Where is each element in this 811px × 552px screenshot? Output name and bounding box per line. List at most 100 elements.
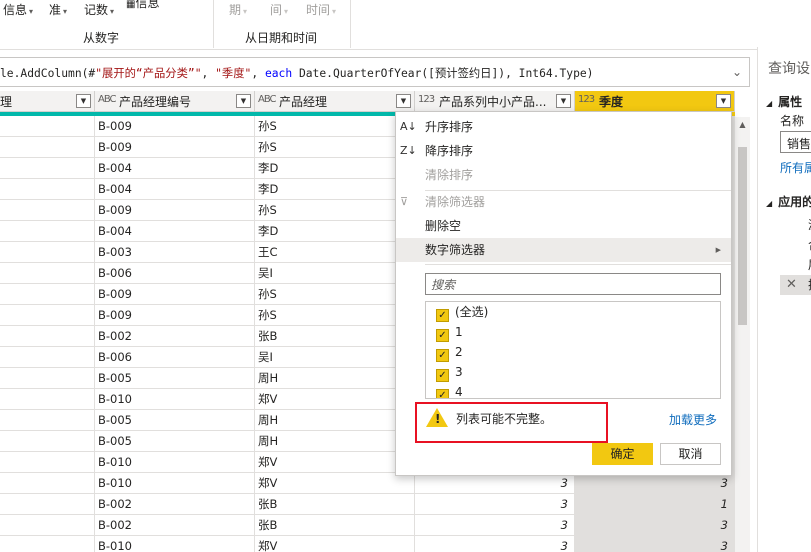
table-cell[interactable]: 周H: [255, 410, 415, 431]
text-type-icon[interactable]: ABC: [98, 94, 116, 105]
table-cell[interactable]: B-009: [95, 137, 255, 158]
table-cell[interactable]: 张B: [255, 494, 415, 515]
table-cell[interactable]: 张B: [255, 515, 415, 536]
delete-step-icon[interactable]: ✕: [786, 275, 797, 295]
table-cell[interactable]: [0, 410, 95, 431]
ribbon-count-button[interactable]: 记数 ▾: [84, 1, 114, 18]
table-cell[interactable]: 张B: [255, 326, 415, 347]
table-cell[interactable]: 1: [575, 494, 735, 515]
table-cell[interactable]: B-002: [95, 326, 255, 347]
column-header[interactable]: ABC 产品经理 ▼: [255, 91, 415, 112]
checkbox-checked[interactable]: ✓: [436, 349, 449, 362]
step-item-selected[interactable]: ✕插: [780, 275, 811, 295]
filter-select-all[interactable]: ✓ (全选): [436, 302, 488, 322]
table-cell[interactable]: 孙S: [255, 137, 415, 158]
menu-sort-ascending[interactable]: A↓ 升序排序: [396, 115, 731, 139]
column-filter-dropdown-icon[interactable]: ▼: [236, 94, 251, 108]
table-cell[interactable]: [0, 284, 95, 305]
formula-bar[interactable]: le.AddColumn(#"展开的“产品分类”", "季度", each Da…: [0, 57, 750, 87]
table-cell[interactable]: B-010: [95, 536, 255, 552]
table-cell[interactable]: [0, 137, 95, 158]
table-cell[interactable]: B-009: [95, 284, 255, 305]
table-cell[interactable]: B-006: [95, 347, 255, 368]
properties-section[interactable]: ◢ 属性: [766, 93, 802, 110]
table-cell[interactable]: 孙S: [255, 200, 415, 221]
table-cell[interactable]: 郑V: [255, 389, 415, 410]
column-filter-dropdown-icon[interactable]: ▼: [556, 94, 571, 108]
table-cell[interactable]: 3: [415, 494, 575, 515]
number-type-icon[interactable]: 123: [578, 94, 595, 105]
applied-steps-section[interactable]: ◢ 应用的: [766, 193, 811, 210]
column-header[interactable]: ABC 产品经理编号 ▼: [95, 91, 255, 112]
cancel-button[interactable]: 取消: [660, 443, 721, 465]
table-cell[interactable]: B-006: [95, 263, 255, 284]
table-cell[interactable]: 吴I: [255, 347, 415, 368]
ribbon-date-button[interactable]: 期 ▾: [229, 1, 247, 18]
table-cell[interactable]: B-002: [95, 494, 255, 515]
column-header[interactable]: 123 产品系列中小产品... ▼: [415, 91, 575, 112]
table-cell[interactable]: B-003: [95, 242, 255, 263]
formula-text[interactable]: le.AddColumn(#"展开的“产品分类”", "季度", each Da…: [0, 65, 594, 81]
table-cell[interactable]: 吴I: [255, 263, 415, 284]
menu-remove-empty[interactable]: 删除空: [396, 214, 731, 238]
column-filter-dropdown-icon[interactable]: ▼: [716, 94, 731, 108]
table-cell[interactable]: [0, 431, 95, 452]
table-cell[interactable]: [0, 347, 95, 368]
step-item[interactable]: 源: [780, 215, 811, 235]
load-more-link[interactable]: 加载更多: [669, 411, 717, 428]
table-cell[interactable]: 孙S: [255, 284, 415, 305]
checkbox-checked[interactable]: ✓: [436, 329, 449, 342]
filter-value-item[interactable]: ✓ 2: [436, 342, 463, 362]
table-cell[interactable]: [0, 515, 95, 536]
scroll-up-icon[interactable]: ▲: [735, 117, 750, 132]
table-cell[interactable]: [0, 116, 95, 137]
table-cell[interactable]: B-005: [95, 368, 255, 389]
table-cell[interactable]: 3: [415, 536, 575, 552]
table-cell[interactable]: 周H: [255, 431, 415, 452]
table-cell[interactable]: [0, 536, 95, 552]
column-header[interactable]: 123 季度 ▼: [575, 91, 735, 112]
checkbox-checked[interactable]: ✓: [436, 389, 449, 398]
checkbox-checked[interactable]: ✓: [436, 309, 449, 322]
column-header[interactable]: 理 ▼: [0, 91, 95, 112]
ribbon-time-button[interactable]: 间 ▾: [270, 1, 288, 18]
step-item[interactable]: 展: [780, 255, 811, 275]
table-cell[interactable]: 3: [575, 536, 735, 552]
table-cell[interactable]: 3: [575, 515, 735, 536]
scroll-thumb[interactable]: [738, 147, 747, 325]
table-cell[interactable]: B-010: [95, 389, 255, 410]
table-cell[interactable]: 3: [415, 473, 575, 494]
table-cell[interactable]: 孙S: [255, 116, 415, 137]
table-cell[interactable]: [0, 263, 95, 284]
table-cell[interactable]: 3: [415, 515, 575, 536]
query-name-input[interactable]: 销售: [780, 131, 811, 153]
table-cell[interactable]: 郑V: [255, 536, 415, 552]
table-cell[interactable]: [0, 389, 95, 410]
table-cell[interactable]: [0, 158, 95, 179]
menu-sort-descending[interactable]: Z↓ 降序排序: [396, 139, 731, 163]
table-cell[interactable]: B-010: [95, 473, 255, 494]
table-cell[interactable]: 王C: [255, 242, 415, 263]
table-cell[interactable]: B-005: [95, 431, 255, 452]
filter-value-item[interactable]: ✓ 4: [436, 382, 463, 398]
all-properties-link[interactable]: 所有属: [780, 159, 811, 176]
table-cell[interactable]: 郑V: [255, 473, 415, 494]
menu-number-filters[interactable]: 数字筛选器 ▶: [396, 238, 731, 262]
table-cell[interactable]: B-004: [95, 158, 255, 179]
ribbon-standard-button[interactable]: 准 ▾: [49, 1, 67, 18]
table-cell[interactable]: [0, 452, 95, 473]
ok-button[interactable]: 确定: [592, 443, 653, 465]
table-cell[interactable]: B-009: [95, 305, 255, 326]
text-type-icon[interactable]: ABC: [258, 94, 276, 105]
table-cell[interactable]: B-009: [95, 116, 255, 137]
table-cell[interactable]: 周H: [255, 368, 415, 389]
table-cell[interactable]: [0, 305, 95, 326]
number-type-icon[interactable]: 123: [418, 94, 435, 105]
table-cell[interactable]: [0, 494, 95, 515]
table-cell[interactable]: 李D: [255, 158, 415, 179]
table-cell[interactable]: [0, 221, 95, 242]
table-cell[interactable]: [0, 242, 95, 263]
table-cell[interactable]: B-005: [95, 410, 255, 431]
formula-expand-icon[interactable]: ⌄: [725, 58, 749, 86]
table-cell[interactable]: 孙S: [255, 305, 415, 326]
